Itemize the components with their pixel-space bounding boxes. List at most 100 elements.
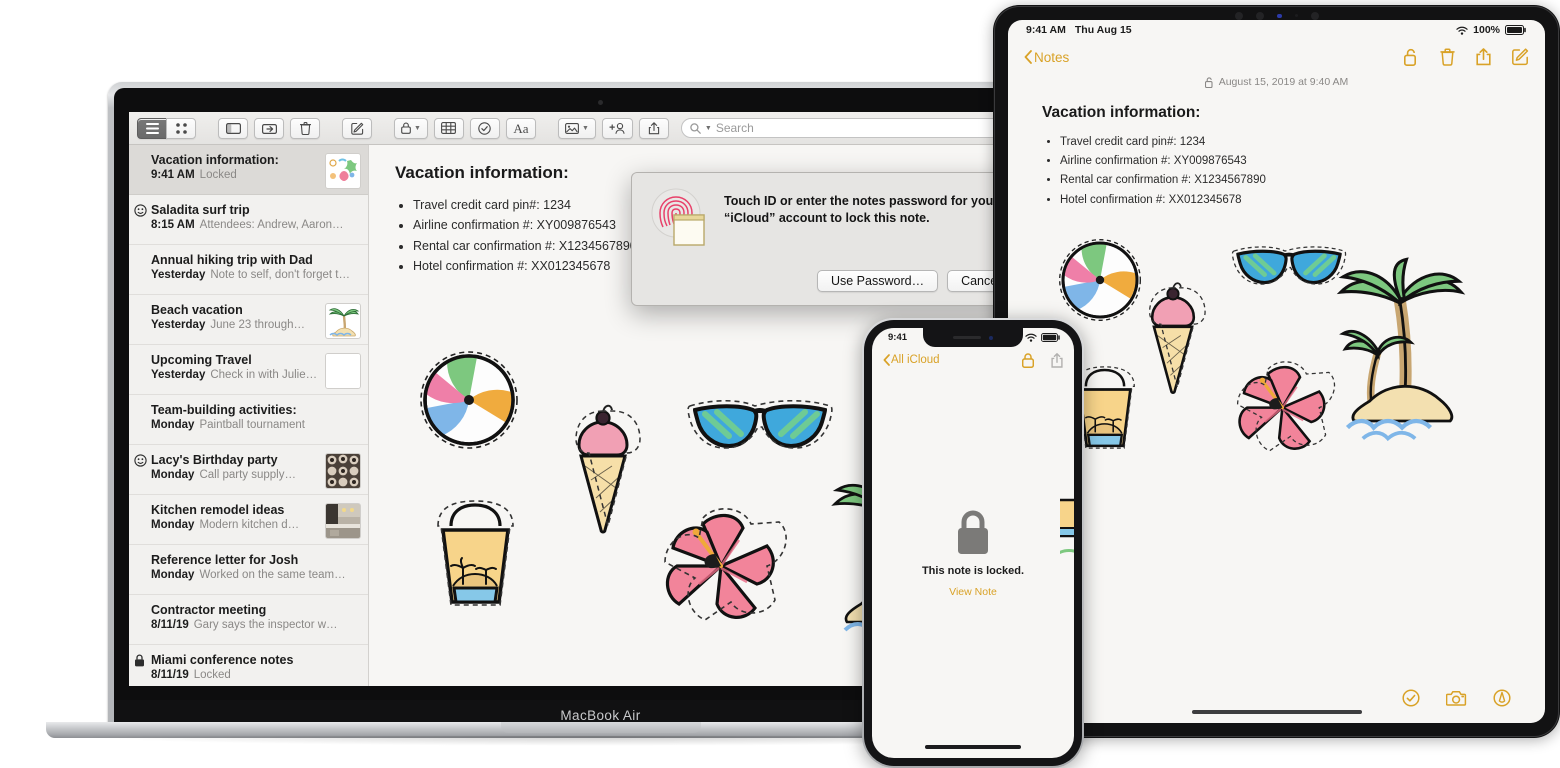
notes-list[interactable]: Vacation information: 9:41 AM Locked Saladi… xyxy=(129,145,369,686)
iphone-screen: 9:41 All iCloud This note is locked. Vie… xyxy=(872,328,1074,758)
note-list-item-date: Monday xyxy=(151,419,195,431)
ipad-battery-percent: 100% xyxy=(1473,24,1500,36)
checklist-icon[interactable] xyxy=(1402,689,1420,707)
touch-id-note-icon xyxy=(648,187,710,254)
checklist-button[interactable] xyxy=(469,117,500,139)
lock-icon xyxy=(958,510,988,554)
note-list-item-date: 8:15 AM xyxy=(151,219,195,231)
ipad-home-indicator[interactable] xyxy=(1191,710,1362,714)
note-list-item[interactable]: Vacation information: 9:41 AM Locked xyxy=(129,145,368,195)
trash-icon[interactable] xyxy=(1440,48,1455,66)
ipad-light-sensor-icon xyxy=(1294,14,1298,17)
chevron-left-icon xyxy=(1024,50,1032,64)
note-list-item-snippet: Paintball tournament xyxy=(199,419,305,431)
ipad-note-timestamp: August 15, 2019 at 9:40 AM xyxy=(1218,76,1349,88)
iphone-nav-bar: All iCloud xyxy=(872,347,1074,373)
add-people-button[interactable] xyxy=(601,117,633,139)
device-showcase: ▼ Aa ▼ ▼ Search Vacation information: 9:… xyxy=(0,0,1560,768)
ipad-status-date: Thu Aug 15 xyxy=(1074,24,1132,36)
use-password-button[interactable]: Use Password… xyxy=(816,270,939,292)
ipad-back-button[interactable]: Notes xyxy=(1024,50,1069,65)
delete-note-button[interactable] xyxy=(290,117,320,139)
share-button[interactable] xyxy=(638,117,669,139)
format-label: Aa xyxy=(513,120,529,136)
macbook-model-label: MacBook Air xyxy=(560,707,641,723)
iphone-view-note-button[interactable]: View Note xyxy=(949,586,997,598)
note-list-item[interactable]: Team-building activities: Monday Paintball… xyxy=(129,395,368,445)
iphone-home-indicator[interactable] xyxy=(925,745,1021,749)
insert-table-button[interactable] xyxy=(433,117,464,139)
lock-icon[interactable] xyxy=(1022,352,1034,368)
note-list-item[interactable]: Kitchen remodel ideas Monday Modern kitche… xyxy=(129,495,368,545)
note-list-item-date: Yesterday xyxy=(151,319,206,331)
note-list-item-date: 8/11/19 xyxy=(151,619,189,631)
share-icon[interactable] xyxy=(1051,352,1063,368)
grid-view-button[interactable] xyxy=(166,117,196,139)
camera-icon[interactable] xyxy=(1446,690,1467,707)
dialog-content: Touch ID or enter the notes password for… xyxy=(648,187,1014,254)
ipad-dot-projector-icon xyxy=(1310,11,1319,20)
note-list-item[interactable]: Upcoming Travel Yesterday Check in with Ju… xyxy=(129,345,368,395)
chevron-down-icon-media: ▼ xyxy=(581,124,589,132)
sunglasses-sticker xyxy=(685,392,835,477)
list-view-button[interactable] xyxy=(137,117,167,139)
note-list-item-title: Saladita surf trip xyxy=(151,203,250,217)
ipad-screen: 9:41 AM Thu Aug 15 100% Notes August 15,… xyxy=(1008,20,1545,723)
macbook-base-notch xyxy=(500,722,701,733)
insert-media-button[interactable]: ▼ xyxy=(557,117,596,139)
lock-note-button[interactable]: ▼ xyxy=(394,117,428,139)
note-list-item[interactable]: Contractor meeting 8/11/19 Gary says the i… xyxy=(129,595,368,645)
search-icon xyxy=(690,122,701,134)
sand-bucket-sticker xyxy=(423,500,528,620)
note-list-item-snippet: June 23 through… xyxy=(210,319,305,331)
note-bullet: Hotel confirmation #: XX012345678 xyxy=(1060,191,1511,210)
beach-ball-sticker xyxy=(419,350,519,455)
markup-icon[interactable] xyxy=(1493,689,1511,707)
shared-note-icon xyxy=(134,454,147,467)
chevron-down-icon: ▼ xyxy=(414,124,421,132)
wifi-icon xyxy=(1456,26,1468,35)
note-list-item-snippet: Call party supply… xyxy=(199,469,296,481)
note-list-item[interactable]: Annual hiking trip with Dad Yesterday Note… xyxy=(129,245,368,295)
note-list-item-snippet: Locked xyxy=(193,669,231,681)
sidebar-toggle-button[interactable] xyxy=(218,117,248,139)
dialog-buttons: Use Password… Cancel xyxy=(648,270,1014,292)
note-list-item-snippet: Note to self, don't forget t… xyxy=(210,269,350,281)
note-list-item-snippet: Worked on the same team… xyxy=(199,569,346,581)
battery-icon xyxy=(1041,333,1060,342)
note-list-item[interactable]: Reference letter for Josh Monday Worked on… xyxy=(129,545,368,595)
ipad-ir-icon xyxy=(1276,13,1282,18)
ipad-palm-tree-sticker xyxy=(1330,256,1472,449)
ipad-note-stickers xyxy=(1042,228,1511,558)
new-note-button[interactable] xyxy=(342,117,372,139)
iphone-action-buttons xyxy=(1022,352,1063,368)
note-list-item[interactable]: Beach vacation Yesterday June 23 through… xyxy=(129,295,368,345)
note-bullet: Travel credit card pin#: 1234 xyxy=(1060,133,1511,152)
format-button[interactable]: Aa xyxy=(505,117,536,139)
iphone-back-button[interactable]: All iCloud xyxy=(883,354,940,366)
unlock-icon[interactable] xyxy=(1404,48,1419,66)
iphone-back-label: All iCloud xyxy=(891,354,940,366)
note-list-item-date: Monday xyxy=(151,569,195,581)
note-list-item-subtitle: Monday Paintball tournament xyxy=(151,419,358,431)
note-list-item[interactable]: Lacy's Birthday party Monday Call party su… xyxy=(129,445,368,495)
move-to-folder-button[interactable] xyxy=(254,117,284,139)
note-list-item-thumbnail xyxy=(325,503,361,539)
note-list-item-date: Yesterday xyxy=(151,369,206,381)
note-list-item-subtitle: 8/11/19 Locked xyxy=(151,669,358,681)
note-list-item-subtitle: 8/11/19 Gary says the inspector w… xyxy=(151,619,358,631)
note-list-item-date: Monday xyxy=(151,519,195,531)
compose-icon[interactable] xyxy=(1512,48,1529,66)
note-list-item-subtitle: Yesterday Note to self, don't forget t… xyxy=(151,269,358,281)
chevron-left-icon xyxy=(883,354,890,366)
ipad-note-content[interactable]: Vacation information: Travel credit card… xyxy=(1008,88,1545,558)
lock-note-dialog[interactable]: Touch ID or enter the notes password for… xyxy=(631,172,1031,306)
unlocked-small-icon xyxy=(1204,76,1213,88)
note-list-item-snippet: Attendees: Andrew, Aaron… xyxy=(199,219,344,231)
note-list-item-date: 8/11/19 xyxy=(151,669,189,681)
ipad-back-label: Notes xyxy=(1034,49,1070,65)
note-list-item-title: Reference letter for Josh xyxy=(151,553,299,567)
note-list-item[interactable]: Saladita surf trip 8:15 AM Attendees: Andr… xyxy=(129,195,368,245)
note-list-item[interactable]: Miami conference notes 8/11/19 Locked xyxy=(129,645,368,686)
share-icon[interactable] xyxy=(1476,48,1491,66)
